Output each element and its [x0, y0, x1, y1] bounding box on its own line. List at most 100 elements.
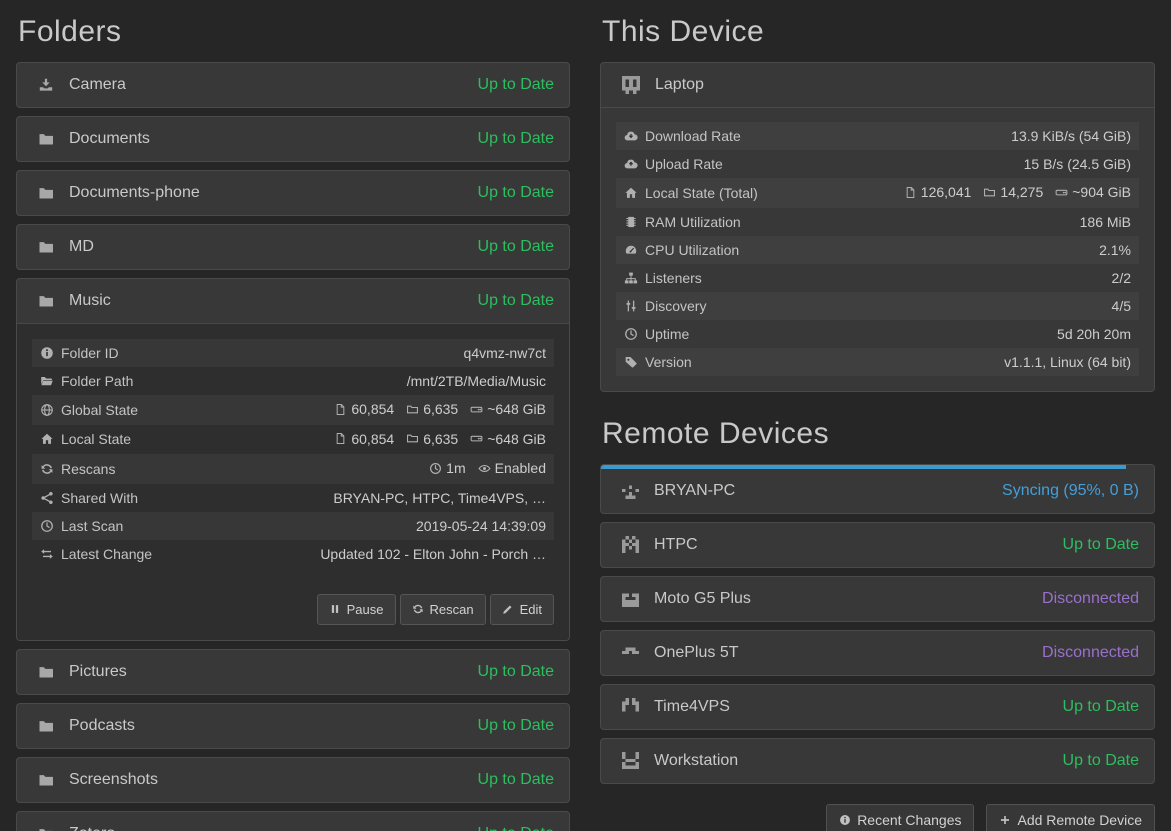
folder-icon — [38, 826, 54, 831]
this-device-stats: Download Rate13.9 KiB/s (54 GiB)Upload R… — [601, 107, 1154, 391]
folder-row-pictures[interactable]: Pictures Up to Date — [17, 650, 569, 694]
info-icon — [839, 814, 851, 826]
device-name: OnePlus 5T — [654, 644, 1032, 662]
home-icon — [40, 432, 54, 446]
folder-detail-row-latest-change: Latest ChangeUpdated 102 - Elton John - … — [32, 540, 554, 568]
tag-icon — [624, 355, 638, 369]
folder-row-music[interactable]: Music Up to Date — [17, 279, 569, 323]
folder-name: MD — [69, 238, 468, 256]
value-part: 60,854 — [334, 399, 394, 419]
hdd-icon — [1055, 186, 1068, 199]
folder-icon — [38, 664, 54, 680]
device-row-oneplus-5t[interactable]: OnePlus 5T Disconnected — [601, 631, 1154, 675]
device-name: Moto G5 Plus — [654, 590, 1032, 608]
folder-row-documents[interactable]: DocumentsUp to Date — [17, 117, 569, 161]
file-icon — [334, 403, 347, 416]
folder-detail-info-table: Folder IDq4vmz-nw7ctFolder Path/mnt/2TB/… — [32, 339, 554, 568]
folder-status: Up to Date — [478, 663, 554, 681]
folder-row-screenshots[interactable]: ScreenshotsUp to Date — [17, 758, 569, 802]
device-row-moto-g5-plus[interactable]: Moto G5 Plus Disconnected — [601, 577, 1154, 621]
folder-name: Music — [69, 292, 468, 310]
folder-panel-documents: DocumentsUp to Date — [16, 116, 570, 162]
folder-rescan-button[interactable]: Rescan — [400, 594, 486, 625]
row-label: Folder ID — [32, 339, 213, 367]
folder-status: Up to Date — [478, 771, 554, 789]
device-row-time4vps[interactable]: Time4VPSUp to Date — [601, 685, 1154, 729]
folders-heading: Folders — [18, 16, 570, 48]
row-value: 2019-05-24 14:39:09 — [213, 512, 554, 540]
pencil-icon — [502, 603, 514, 615]
folder-panel-pictures: Pictures Up to Date — [16, 649, 570, 695]
row-value: 2/2 — [815, 264, 1139, 292]
device-identicon — [622, 536, 639, 553]
device-panel-htpc: HTPCUp to Date — [600, 522, 1155, 568]
device-row-workstation[interactable]: WorkstationUp to Date — [601, 739, 1154, 783]
this-device-row[interactable]: Laptop — [601, 63, 1154, 107]
row-value: BRYAN-PC, HTPC, Time4VPS, … — [213, 484, 554, 512]
folder-status: Up to Date — [478, 292, 554, 310]
home-icon — [624, 186, 638, 200]
row-label: Latest Change — [32, 540, 213, 568]
row-label: Version — [616, 348, 815, 376]
folder-status: Up to Date — [478, 184, 554, 202]
device-stat-row-version: Versionv1.1.1, Linux (64 bit) — [616, 348, 1139, 376]
folder-icon — [38, 239, 54, 255]
folder-row-camera[interactable]: CameraUp to Date — [17, 63, 569, 107]
folder-row-documents-phone[interactable]: Documents-phoneUp to Date — [17, 171, 569, 215]
folder-name: Pictures — [69, 663, 468, 681]
folder-outline-icon — [406, 403, 419, 416]
file-icon — [904, 186, 917, 199]
device-panel-workstation: WorkstationUp to Date — [600, 738, 1155, 784]
folder-edit-button[interactable]: Edit — [490, 594, 554, 625]
folder-name: Podcasts — [69, 717, 468, 735]
row-value: 186 MiB — [815, 208, 1139, 236]
folder-row-podcasts[interactable]: Podcasts Up to Date — [17, 704, 569, 748]
folder-outline-icon — [406, 432, 419, 445]
device-stat-row-download-rate: Download Rate13.9 KiB/s (54 GiB) — [616, 122, 1139, 150]
device-name: Time4VPS — [654, 698, 1053, 716]
folder-status: Up to Date — [478, 130, 554, 148]
device-panel-bryan-pc: BRYAN-PCSyncing (95%, 0 B) — [600, 464, 1155, 514]
device-status: Disconnected — [1042, 590, 1139, 608]
device-status: Disconnected — [1042, 644, 1139, 662]
device-stat-row-listeners: Listeners2/2 — [616, 264, 1139, 292]
folder-row-zotero[interactable]: Zotero Up to Date — [17, 812, 569, 831]
folder-icon — [38, 718, 54, 734]
folder-status: Up to Date — [478, 76, 554, 94]
row-label: Uptime — [616, 320, 815, 348]
clock-icon — [40, 519, 54, 533]
cloud-upload-icon — [624, 157, 638, 171]
row-value: 1mEnabled — [213, 454, 554, 484]
device-stat-row-cpu-utilization: CPU Utilization2.1% — [616, 236, 1139, 264]
row-value: 60,8546,635~648 GiB — [213, 395, 554, 425]
folder-pause-button[interactable]: Pause — [317, 594, 396, 625]
row-value: 60,8546,635~648 GiB — [213, 425, 554, 455]
folder-row-md[interactable]: MDUp to Date — [17, 225, 569, 269]
row-value: q4vmz-nw7ct — [213, 339, 554, 367]
value-part: 60,854 — [334, 429, 394, 449]
exchange-icon — [40, 547, 54, 561]
folder-name: Zotero — [69, 825, 468, 831]
this-device-heading: This Device — [602, 16, 1155, 48]
sliders-icon — [624, 299, 638, 313]
syncthing-dashboard: Folders CameraUp to Date DocumentsUp to D… — [0, 0, 1171, 831]
folder-status: Up to Date — [478, 717, 554, 735]
row-label: Local State (Total) — [616, 178, 815, 208]
row-value: 2.1% — [815, 236, 1139, 264]
row-value: 4/5 — [815, 292, 1139, 320]
plus-icon — [999, 814, 1011, 826]
footer-actions: Recent Changes Add Remote Device — [600, 804, 1155, 831]
row-label: Upload Rate — [616, 150, 815, 178]
folder-icon — [38, 772, 54, 788]
recent-changes-button[interactable]: Recent Changes — [826, 804, 974, 831]
row-label: Last Scan — [32, 512, 213, 540]
device-row-bryan-pc[interactable]: BRYAN-PCSyncing (95%, 0 B) — [601, 469, 1154, 513]
add-remote-device-button[interactable]: Add Remote Device — [986, 804, 1155, 831]
device-identicon — [622, 698, 639, 715]
value-part: 1m — [429, 458, 465, 478]
device-status: Up to Date — [1063, 536, 1139, 554]
device-panel-oneplus-5t: OnePlus 5T Disconnected — [600, 630, 1155, 676]
folder-status: Up to Date — [478, 825, 554, 831]
row-label: Listeners — [616, 264, 815, 292]
device-row-htpc[interactable]: HTPCUp to Date — [601, 523, 1154, 567]
